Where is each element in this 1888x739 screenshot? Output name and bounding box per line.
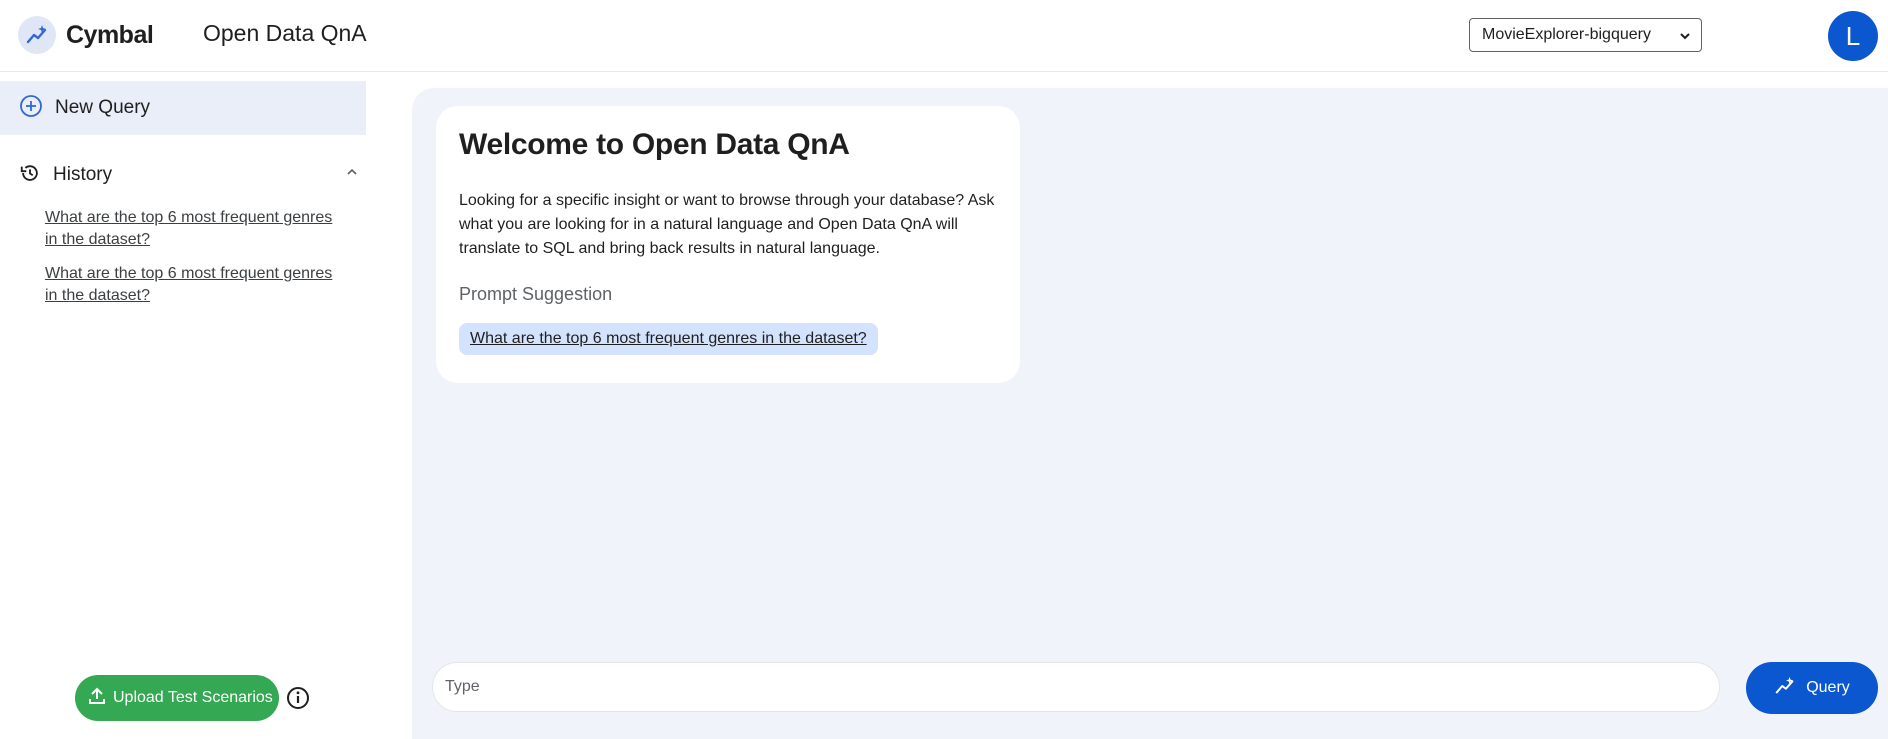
prompt-suggestion-chip[interactable]: What are the top 6 most frequent genres … [459, 323, 878, 355]
query-button[interactable]: Query [1746, 662, 1878, 714]
welcome-title: Welcome to Open Data QnA [459, 128, 850, 161]
history-item[interactable]: What are the top 6 most frequent genres … [45, 263, 345, 307]
app-header: Cymbal Open Data QnA MovieExplorer-bigqu… [0, 0, 1888, 72]
dataset-select-value: MovieExplorer-bigquery [1482, 26, 1651, 43]
upload-label: Upload Test Scenarios [113, 689, 273, 706]
history-icon [19, 162, 41, 189]
query-button-label: Query [1806, 679, 1850, 696]
new-query-label: New Query [55, 97, 151, 118]
sidebar: New Query History What are the top 6 mos… [0, 72, 366, 739]
brand-logo[interactable]: Cymbal [18, 16, 154, 54]
info-icon[interactable] [286, 686, 310, 710]
upload-icon [87, 686, 107, 711]
user-avatar[interactable]: L [1828, 11, 1878, 61]
add-circle-icon [19, 94, 43, 123]
app-title: Open Data QnA [203, 20, 367, 46]
history-list: What are the top 6 most frequent genres … [45, 207, 345, 319]
chevron-up-icon[interactable] [345, 165, 359, 184]
chevron-down-icon [1679, 29, 1691, 47]
welcome-card: Welcome to Open Data QnA Looking for a s… [436, 106, 1020, 383]
brand-name: Cymbal [66, 20, 154, 49]
new-query-button[interactable]: New Query [0, 81, 366, 135]
history-item[interactable]: What are the top 6 most frequent genres … [45, 207, 345, 251]
history-label: History [53, 164, 113, 185]
welcome-description: Looking for a specific insight or want t… [459, 192, 995, 257]
query-input[interactable] [432, 662, 1720, 712]
prompt-suggestion-label: Prompt Suggestion [459, 284, 613, 304]
dataset-select[interactable]: MovieExplorer-bigquery [1469, 18, 1702, 52]
main-panel: Welcome to Open Data QnA Looking for a s… [412, 88, 1888, 739]
sparkle-chart-icon [1774, 675, 1796, 702]
sparkle-chart-icon [18, 16, 56, 54]
history-header[interactable]: History [19, 160, 359, 190]
upload-test-scenarios-button[interactable]: Upload Test Scenarios [75, 675, 279, 721]
